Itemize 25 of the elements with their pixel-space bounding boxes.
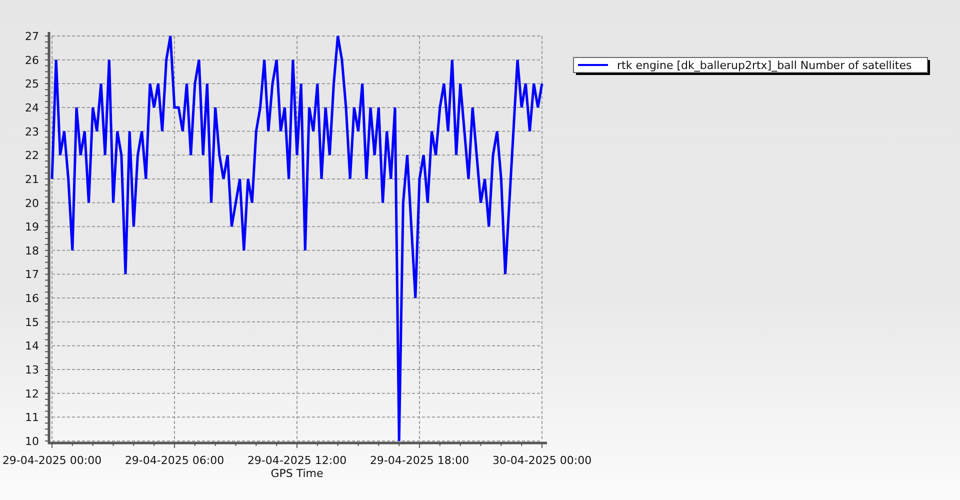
axis-label: 22: [25, 149, 39, 162]
axis-label: 24: [25, 101, 39, 114]
axis-label: 11: [25, 411, 39, 424]
axis-label: 16: [25, 292, 39, 306]
axis-label: 10: [25, 435, 39, 448]
axis-label: 14: [25, 340, 39, 353]
axis-label: 29-04-2025 00:00: [2, 454, 102, 467]
axis-label: 23: [25, 125, 39, 138]
axis-label: 29-04-2025 12:00: [247, 454, 347, 467]
axis-label: 20: [25, 196, 39, 210]
axis-title: GPS Time: [270, 467, 324, 480]
axis-label: 29-04-2025 06:00: [124, 454, 224, 467]
axis-label: 29-04-2025 18:00: [370, 454, 470, 467]
axis-label: 13: [25, 364, 39, 377]
axis-label: 26: [25, 54, 39, 67]
axis-label: 12: [25, 387, 39, 400]
axis-label: 19: [25, 220, 39, 234]
axis-label: 15: [25, 316, 39, 329]
axis-label: 18: [25, 244, 39, 258]
axis-label: 27: [25, 30, 39, 43]
axis-label: 25: [25, 78, 39, 91]
axis-label: 17: [25, 268, 39, 282]
axis-label: 30-04-2025 00:00: [492, 454, 592, 467]
legend-label: rtk engine [dk_ballerup2rtx]_ball Number of satellites: [617, 59, 912, 72]
axis-label: 21: [25, 172, 39, 186]
